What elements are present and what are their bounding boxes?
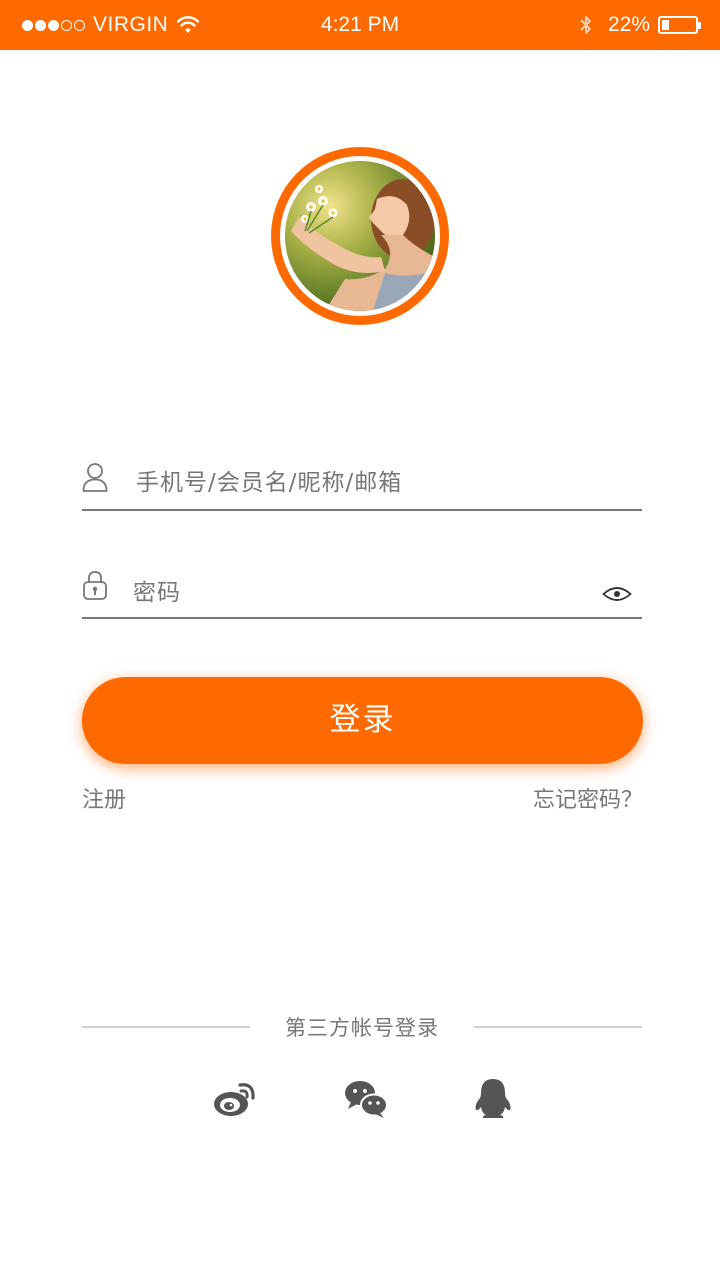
forgot-password-link[interactable]: 忘记密码？ [533, 782, 643, 814]
eye-icon[interactable] [602, 584, 632, 604]
battery-percent: 22% [607, 13, 650, 36]
lock-icon [83, 571, 107, 600]
user-icon [82, 463, 108, 492]
qq-icon[interactable] [471, 1078, 517, 1118]
avatar[interactable] [271, 147, 449, 325]
avatar-photo [285, 161, 435, 311]
signal-dots-icon [22, 19, 87, 31]
divider-left [82, 1026, 250, 1028]
password-placeholder: 密码 [133, 580, 181, 606]
bluetooth-icon [580, 16, 591, 34]
status-left: VIRGIN [22, 0, 200, 50]
login-screen: VIRGIN 4:21 PM 22% 手机号/会员名/昵称/邮箱 密码 登录 注… [0, 0, 720, 1280]
username-placeholder: 手机号/会员名/昵称/邮箱 [136, 470, 403, 496]
carrier-name: VIRGIN [93, 13, 169, 36]
status-right: 22% [578, 0, 701, 50]
wechat-icon[interactable] [343, 1078, 389, 1118]
login-button[interactable]: 登录 [82, 677, 643, 764]
password-field[interactable]: 密码 [82, 563, 642, 619]
username-field[interactable]: 手机号/会员名/昵称/邮箱 [82, 455, 642, 511]
wifi-icon [177, 16, 200, 33]
battery-icon [658, 16, 701, 34]
register-link[interactable]: 注册 [82, 782, 126, 814]
third-party-title: 第三方帐号登录 [285, 1016, 439, 1040]
weibo-icon[interactable] [212, 1078, 258, 1118]
status-bar: VIRGIN 4:21 PM 22% [0, 0, 720, 50]
divider-right [474, 1026, 642, 1028]
